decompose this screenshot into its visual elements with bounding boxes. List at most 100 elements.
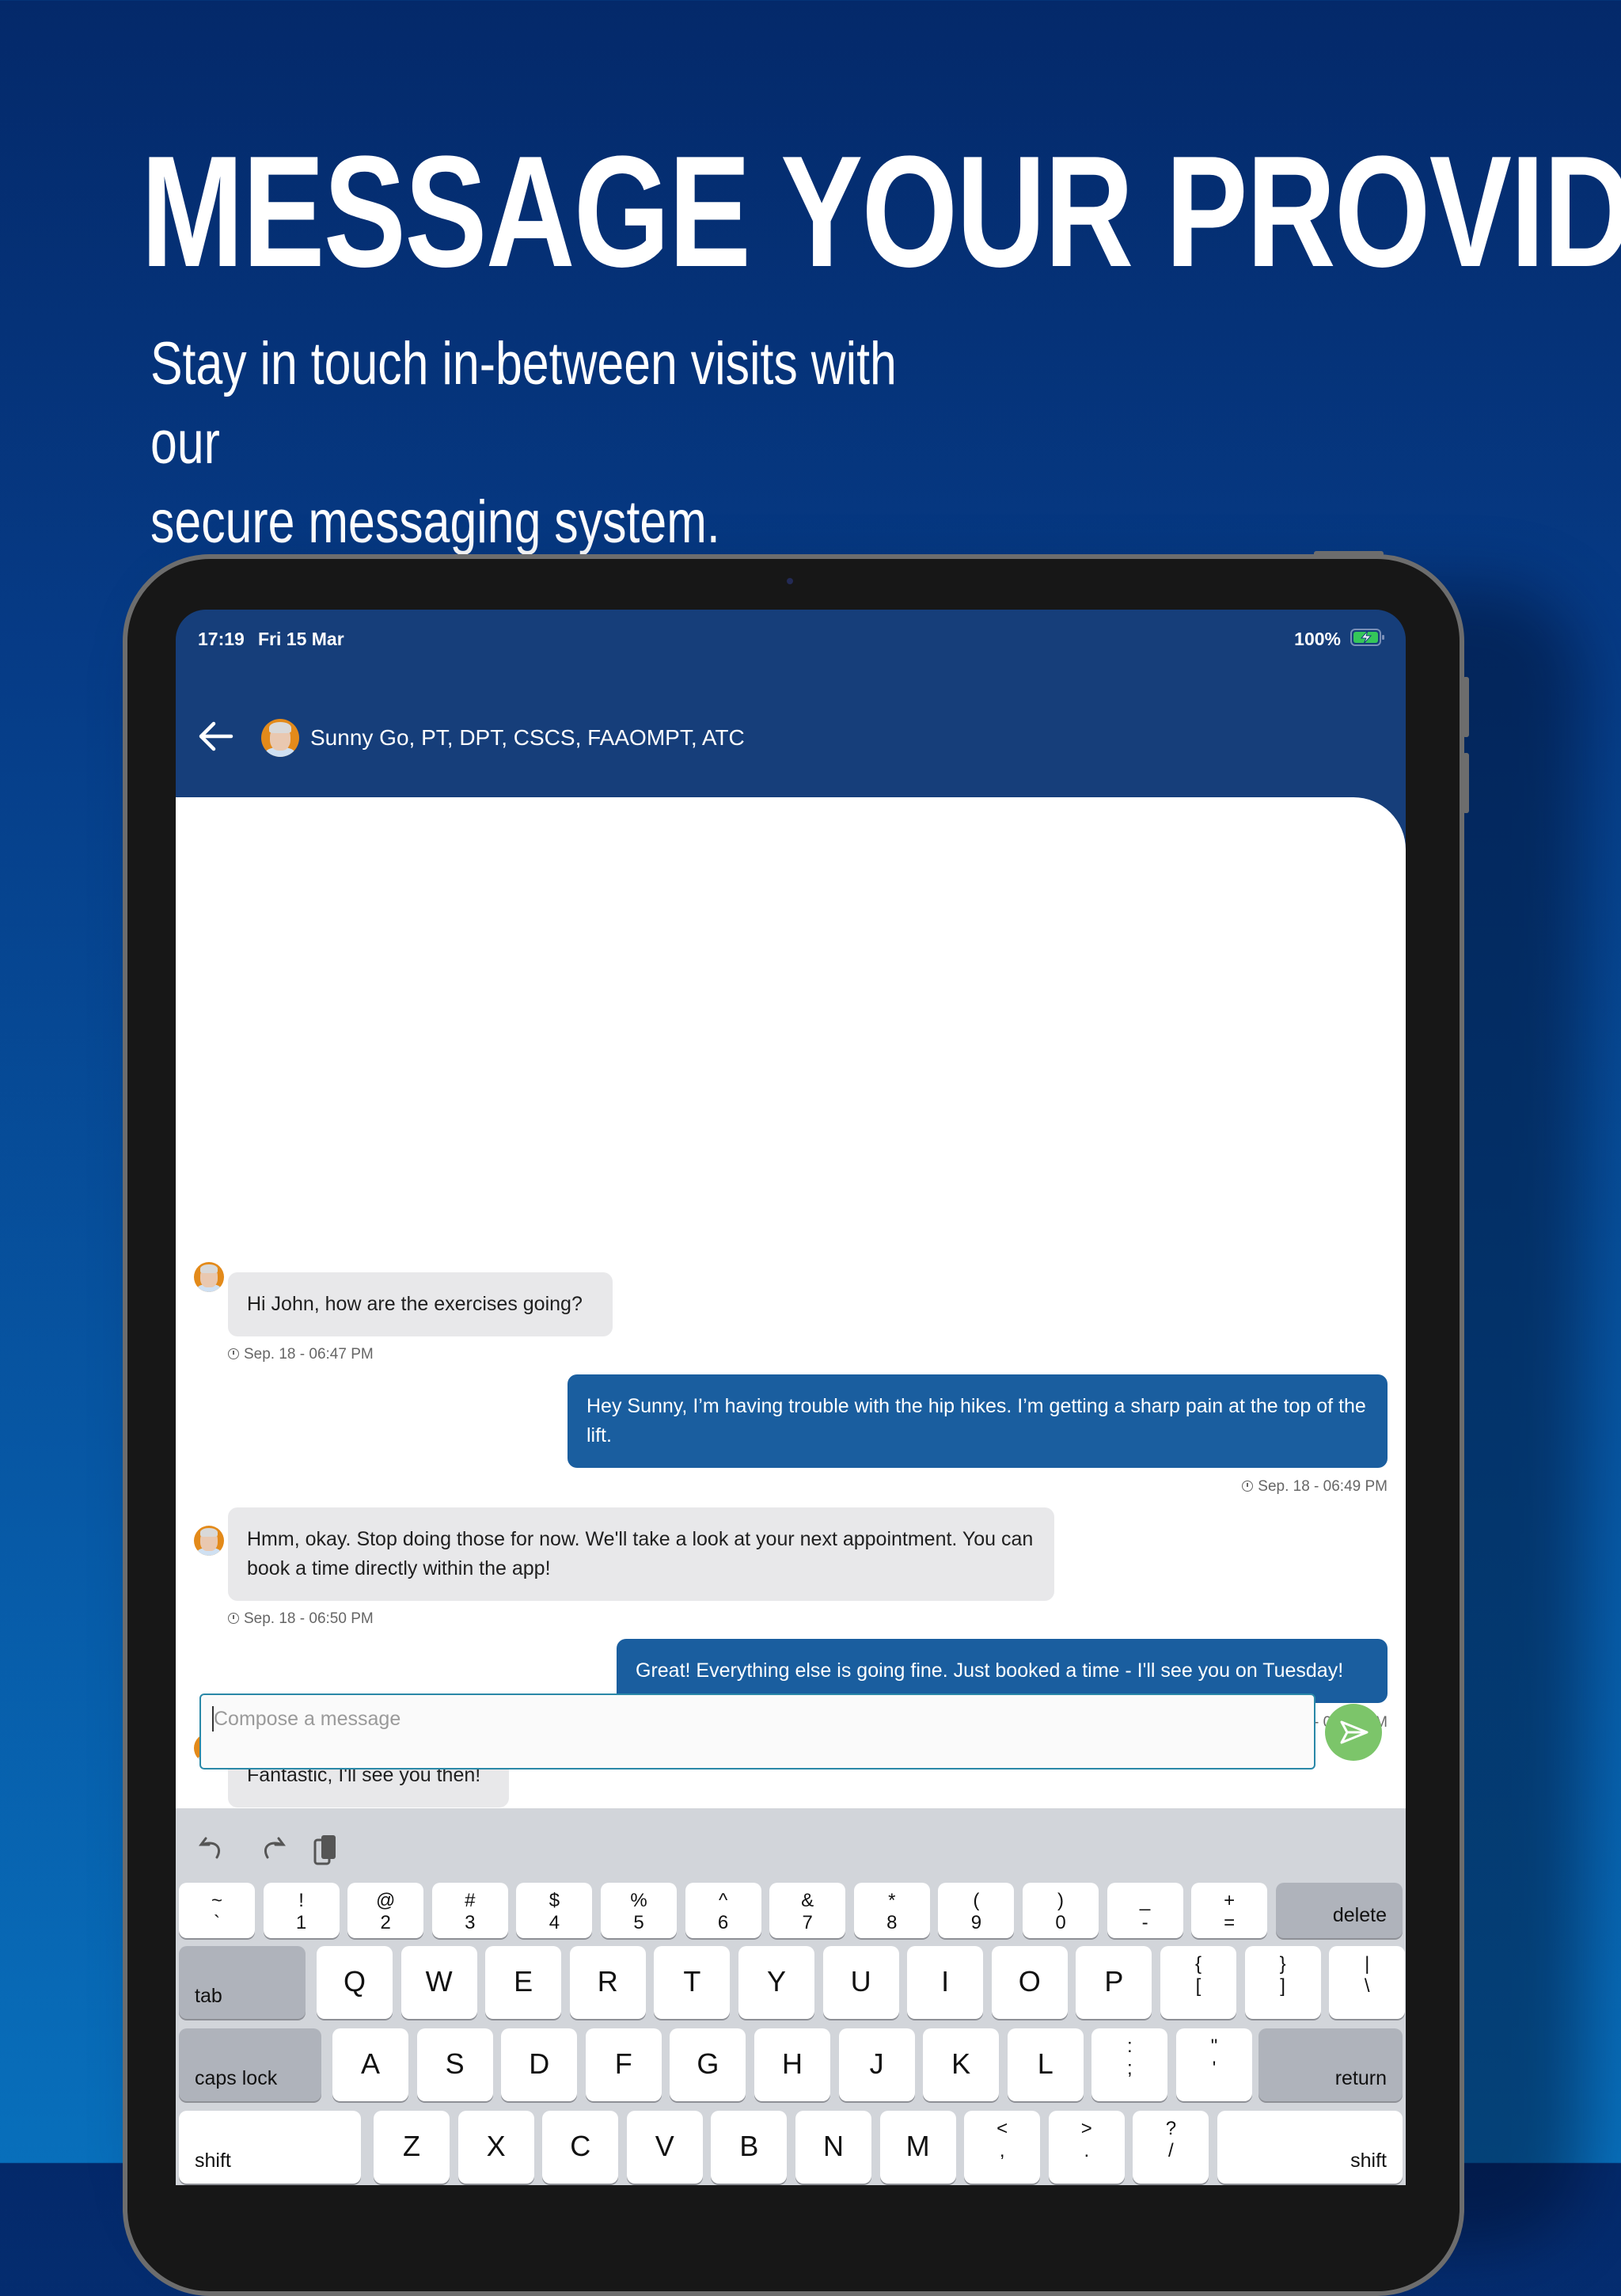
key-return[interactable]: return: [1258, 2028, 1403, 2101]
clock-icon: [228, 1348, 239, 1359]
key-j[interactable]: J: [838, 2028, 915, 2101]
clock-icon: [228, 1613, 239, 1624]
message-bubble-incoming[interactable]: Hi John, how are the exercises going?: [228, 1272, 613, 1336]
key-b[interactable]: B: [711, 2111, 788, 2184]
key-u[interactable]: U: [822, 1946, 899, 2019]
key-3[interactable]: #3: [431, 1883, 508, 1938]
key-\[interactable]: | \: [1329, 1946, 1406, 2019]
key-[[interactable]: {[: [1160, 1946, 1236, 2019]
key-.[interactable]: >.: [1048, 2111, 1125, 2184]
key-label: tab: [195, 1985, 222, 2007]
key-6[interactable]: ^ 6: [685, 1883, 761, 1938]
compose-message-input[interactable]: [214, 1705, 1243, 1733]
key-label: R: [597, 1965, 618, 1998]
key-label: /: [1168, 2140, 1174, 2161]
key-7[interactable]: & 7: [769, 1883, 846, 1938]
message-bubble-incoming[interactable]: Hmm, okay. Stop doing those for now. We'…: [228, 1507, 1054, 1601]
key-,[interactable]: <,: [964, 2111, 1041, 2184]
key-s[interactable]: S: [416, 2028, 493, 2101]
key-label: Q: [343, 1965, 366, 1998]
key-/[interactable]: ? /: [1133, 2111, 1209, 2184]
key-label: >: [1080, 2118, 1092, 2139]
key-label: @: [376, 1890, 396, 1911]
key-x[interactable]: X: [457, 2111, 534, 2184]
undo-icon: [199, 1837, 221, 1859]
key-label: E: [514, 1965, 533, 1998]
key-label: }: [1279, 1953, 1286, 1975]
key-n[interactable]: N: [795, 2111, 871, 2184]
key-tab[interactable]: tab: [179, 1946, 306, 2019]
key-delete[interactable]: delete: [1276, 1883, 1403, 1938]
key-h[interactable]: H: [754, 2028, 830, 2101]
key-2[interactable]: @2: [347, 1883, 424, 1938]
key-label: S: [445, 2047, 465, 2080]
compose-input-box[interactable]: [199, 1693, 1315, 1770]
key-y[interactable]: Y: [738, 1946, 814, 2019]
key-e[interactable]: E: [485, 1946, 562, 2019]
key-label: (: [973, 1890, 980, 1911]
key-shift-right[interactable]: shift: [1217, 2111, 1403, 2184]
key-label: T: [683, 1965, 701, 1998]
key-f[interactable]: F: [585, 2028, 662, 2101]
key-=[interactable]: + =: [1191, 1883, 1268, 1938]
key-z[interactable]: Z: [374, 2111, 450, 2184]
key-m[interactable]: M: [879, 2111, 956, 2184]
key-5[interactable]: % 5: [601, 1883, 677, 1938]
key-label: G: [697, 2047, 719, 2080]
key-label: -: [1141, 1912, 1148, 1933]
key-label: F: [614, 2047, 632, 2080]
contact-name: Sunny Go, PT, DPT, CSCS, FAAOMPT, ATC: [310, 725, 745, 750]
key-label: ): [1057, 1890, 1064, 1911]
key-4[interactable]: $4: [516, 1883, 593, 1938]
key-label: 2: [380, 1912, 391, 1933]
key-;[interactable]: :;: [1091, 2028, 1168, 2101]
key-label: J: [869, 2047, 884, 2080]
subtitle-line-2: secure messaging system.: [150, 488, 720, 556]
key-label: ~: [211, 1890, 222, 1911]
key-g[interactable]: G: [670, 2028, 746, 2101]
paste-button[interactable]: [310, 1832, 342, 1865]
key-k[interactable]: K: [923, 2028, 1000, 2101]
key-1[interactable]: ! 1: [263, 1883, 340, 1938]
key-'[interactable]: " ': [1176, 2028, 1252, 2101]
key-label: Y: [766, 1965, 786, 1998]
key-0[interactable]: ) 0: [1023, 1883, 1099, 1938]
key-t[interactable]: T: [654, 1946, 731, 2019]
key-a[interactable]: A: [332, 2028, 408, 2101]
sender-avatar: [194, 1262, 224, 1292]
key-r[interactable]: R: [569, 1946, 646, 2019]
message-timestamp: Sep. 18 - 06:49 PM: [1242, 1478, 1388, 1496]
key-8[interactable]: * 8: [853, 1883, 930, 1938]
key-label: #: [465, 1890, 476, 1911]
key-label: X: [486, 2130, 506, 2162]
key-i[interactable]: I: [907, 1946, 984, 2019]
back-button[interactable]: [198, 720, 234, 752]
message-bubble-outgoing[interactable]: Hey Sunny, I’m having trouble with the h…: [568, 1374, 1388, 1468]
key-label: caps lock: [195, 2067, 278, 2089]
key-label: ?: [1165, 2118, 1177, 2139]
app-screen: 17:19 Fri 15 Mar 100% Sunny Go, PT, DPT,…: [176, 610, 1406, 2185]
redo-button[interactable]: [255, 1832, 287, 1864]
key-9[interactable]: (9: [938, 1883, 1015, 1938]
key-][interactable]: }]: [1244, 1946, 1321, 2019]
key-d[interactable]: D: [501, 2028, 578, 2101]
key-p[interactable]: P: [1076, 1946, 1152, 2019]
key-shift-left[interactable]: shift: [179, 2111, 361, 2184]
key-w[interactable]: W: [401, 1946, 477, 2019]
status-date: Fri 15 Mar: [258, 629, 344, 649]
key--[interactable]: _ -: [1107, 1883, 1183, 1938]
key-q[interactable]: Q: [317, 1946, 393, 2019]
send-button[interactable]: [1325, 1704, 1382, 1761]
key-caps-lock[interactable]: caps lock: [179, 2028, 321, 2101]
key-label: ": [1210, 2036, 1218, 2057]
clock-icon: [1242, 1481, 1254, 1492]
key-`[interactable]: ~ `: [179, 1883, 255, 1938]
key-label: W: [425, 1965, 453, 1998]
key-label: ,: [999, 2140, 1005, 2161]
undo-button[interactable]: [198, 1832, 230, 1864]
key-l[interactable]: L: [1007, 2028, 1084, 2101]
key-label: [: [1195, 1975, 1202, 1997]
key-v[interactable]: V: [626, 2111, 703, 2184]
key-o[interactable]: O: [991, 1946, 1068, 2019]
key-c[interactable]: C: [542, 2111, 619, 2184]
